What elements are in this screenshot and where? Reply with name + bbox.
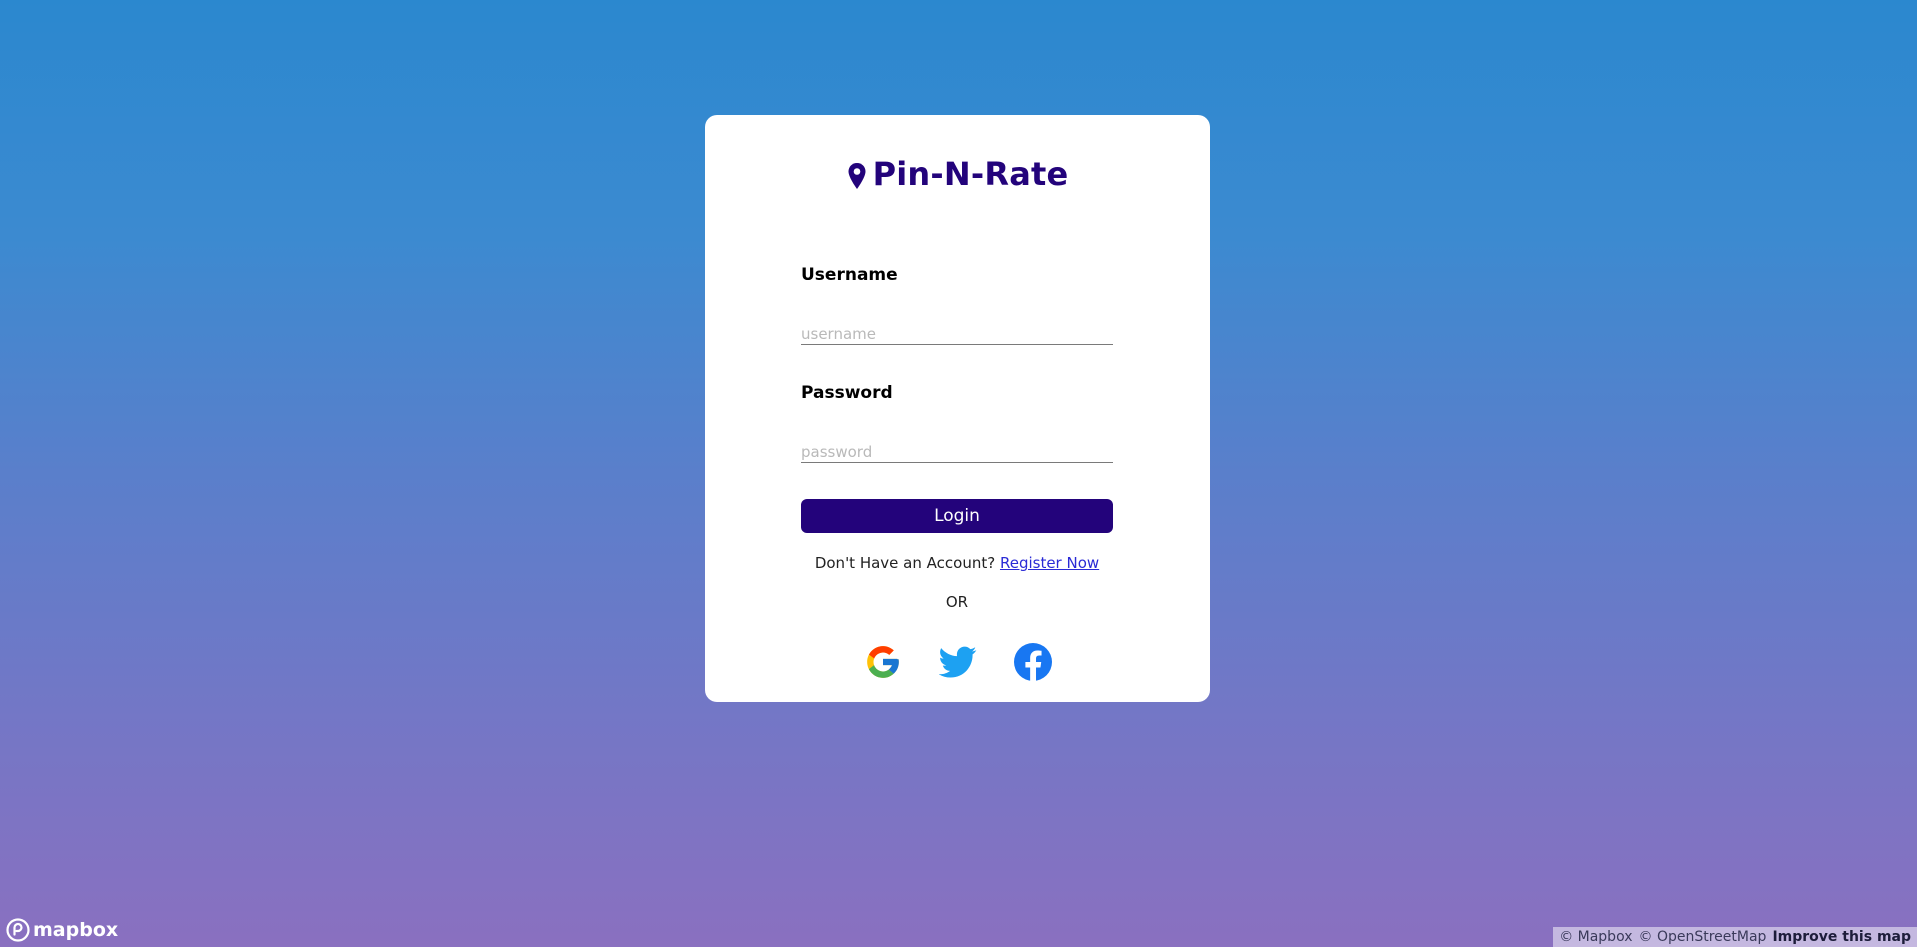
login-card: Pin-N-Rate Username Password Login Don't… <box>705 115 1210 702</box>
attribution-mapbox[interactable]: © Mapbox <box>1559 929 1632 945</box>
or-divider: OR <box>945 593 969 611</box>
username-input[interactable] <box>801 323 1113 345</box>
no-account-text: Don't Have an Account? <box>814 554 996 572</box>
map-attribution: © Mapbox © OpenStreetMap Improve this ma… <box>1553 927 1917 947</box>
password-input[interactable] <box>801 441 1113 463</box>
attribution-osm[interactable]: © OpenStreetMap <box>1639 929 1767 945</box>
improve-map-link[interactable]: Improve this map <box>1772 929 1911 945</box>
social-login-row <box>705 643 1210 681</box>
register-prompt: Don't Have an Account? Register Now <box>801 554 1113 572</box>
app-title: Pin-N-Rate <box>872 155 1069 193</box>
password-label: Password <box>801 383 893 403</box>
twitter-icon[interactable] <box>938 643 977 681</box>
login-button[interactable]: Login <box>801 499 1113 533</box>
mapbox-logo-text: mapbox <box>33 919 119 941</box>
map-pin-icon <box>848 163 866 189</box>
facebook-icon[interactable] <box>1013 643 1052 681</box>
google-icon[interactable] <box>864 643 902 681</box>
username-label: Username <box>801 265 898 285</box>
brand-header: Pin-N-Rate <box>705 155 1210 193</box>
register-link[interactable]: Register Now <box>1000 554 1099 572</box>
mapbox-logo[interactable]: mapbox <box>6 918 118 942</box>
login-form: Username Password Login Don't Have an Ac… <box>801 265 1113 611</box>
mapbox-icon <box>6 918 30 942</box>
